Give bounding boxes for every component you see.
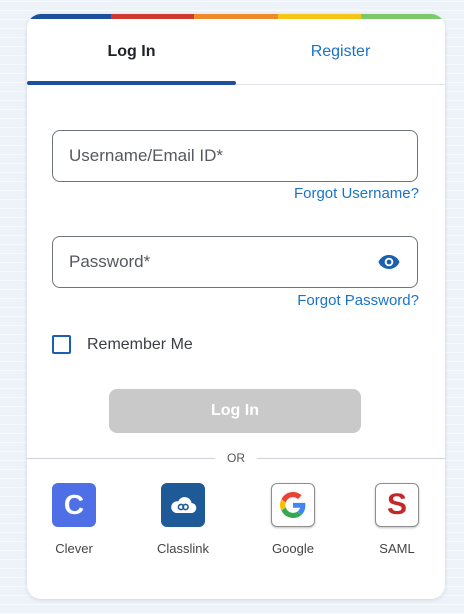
clever-icon: C: [52, 483, 96, 527]
sso-saml-button[interactable]: S SAML: [357, 483, 437, 556]
auth-tabs: Log In Register: [27, 19, 445, 85]
login-card: Log In Register Forgot Username? Forgot …: [27, 14, 445, 599]
classlink-icon: [161, 483, 205, 527]
divider-line: [257, 457, 445, 459]
username-field[interactable]: [52, 130, 418, 182]
divider-line: [27, 457, 215, 459]
sso-saml-label: SAML: [379, 541, 415, 556]
google-icon: [271, 483, 315, 527]
cloud-icon: [171, 497, 197, 514]
forgot-username-link[interactable]: Forgot Username?: [294, 185, 419, 202]
sso-google-label: Google: [272, 541, 314, 556]
sso-google-button[interactable]: Google: [253, 483, 333, 556]
sso-clever-button[interactable]: C Clever: [34, 483, 114, 556]
eye-icon[interactable]: [377, 250, 401, 274]
login-button[interactable]: Log In: [109, 389, 361, 433]
forgot-password-link[interactable]: Forgot Password?: [297, 292, 419, 309]
remember-me[interactable]: Remember Me: [52, 335, 193, 354]
username-input[interactable]: [69, 146, 401, 166]
tab-register[interactable]: Register: [236, 19, 445, 84]
or-divider: OR: [27, 449, 445, 467]
password-field[interactable]: [52, 236, 418, 288]
remember-me-label: Remember Me: [87, 335, 193, 353]
tab-login[interactable]: Log In: [27, 19, 236, 85]
google-g-icon: [280, 492, 306, 518]
sso-classlink-label: Classlink: [156, 541, 209, 556]
or-text: OR: [227, 451, 245, 465]
remember-me-checkbox[interactable]: [52, 335, 71, 354]
saml-icon: S: [375, 483, 419, 527]
sso-clever-label: Clever: [55, 541, 93, 556]
sso-classlink-button[interactable]: Classlink: [143, 483, 223, 556]
password-input[interactable]: [69, 252, 377, 272]
